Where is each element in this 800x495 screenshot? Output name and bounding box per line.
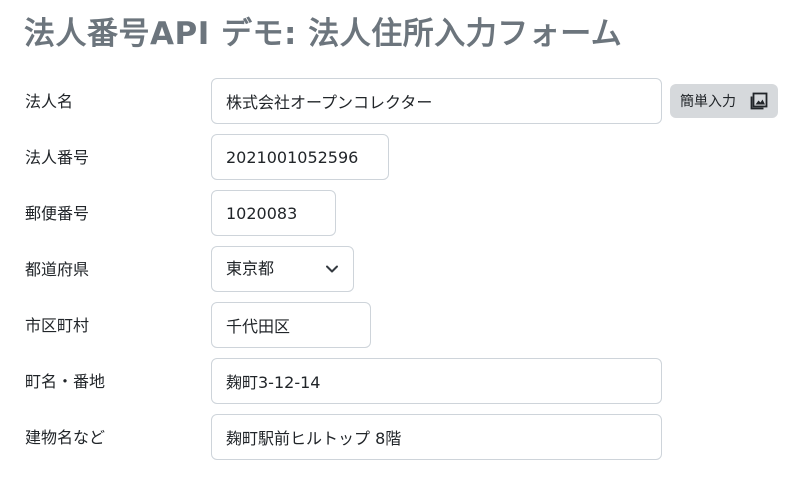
- image-gallery-icon: [750, 92, 768, 110]
- company-name-input[interactable]: [211, 78, 662, 124]
- name-label: 法人名: [25, 92, 74, 111]
- form-row-postal: 郵便番号: [0, 190, 800, 238]
- chevron-down-icon: [326, 265, 338, 273]
- city-label: 市区町村: [25, 316, 90, 335]
- postal-code-input[interactable]: [211, 190, 336, 236]
- street-label: 町名・番地: [25, 372, 106, 391]
- page-title: 法人番号API デモ: 法人住所入力フォーム: [24, 16, 623, 52]
- street-address-input[interactable]: [211, 358, 662, 404]
- postal-label: 郵便番号: [25, 204, 90, 223]
- prefecture-select[interactable]: 東京都: [211, 246, 354, 292]
- corporate-number-input[interactable]: [211, 134, 389, 180]
- prefecture-label: 都道府県: [25, 260, 90, 279]
- easy-input-label: 簡単入力: [680, 94, 736, 110]
- number-label: 法人番号: [25, 148, 90, 167]
- easy-input-button[interactable]: 簡単入力: [670, 84, 778, 118]
- city-input[interactable]: [211, 302, 371, 348]
- building-label: 建物名など: [25, 428, 106, 447]
- form-row-prefecture: 都道府県 東京都: [0, 246, 800, 294]
- form-row-city: 市区町村: [0, 302, 800, 350]
- form-row-name: 法人名 簡単入力: [0, 78, 800, 126]
- form-row-street: 町名・番地: [0, 358, 800, 406]
- prefecture-selected-value: 東京都: [226, 259, 275, 278]
- building-name-input[interactable]: [211, 414, 662, 460]
- form-row-number: 法人番号: [0, 134, 800, 182]
- form-row-building: 建物名など: [0, 414, 800, 462]
